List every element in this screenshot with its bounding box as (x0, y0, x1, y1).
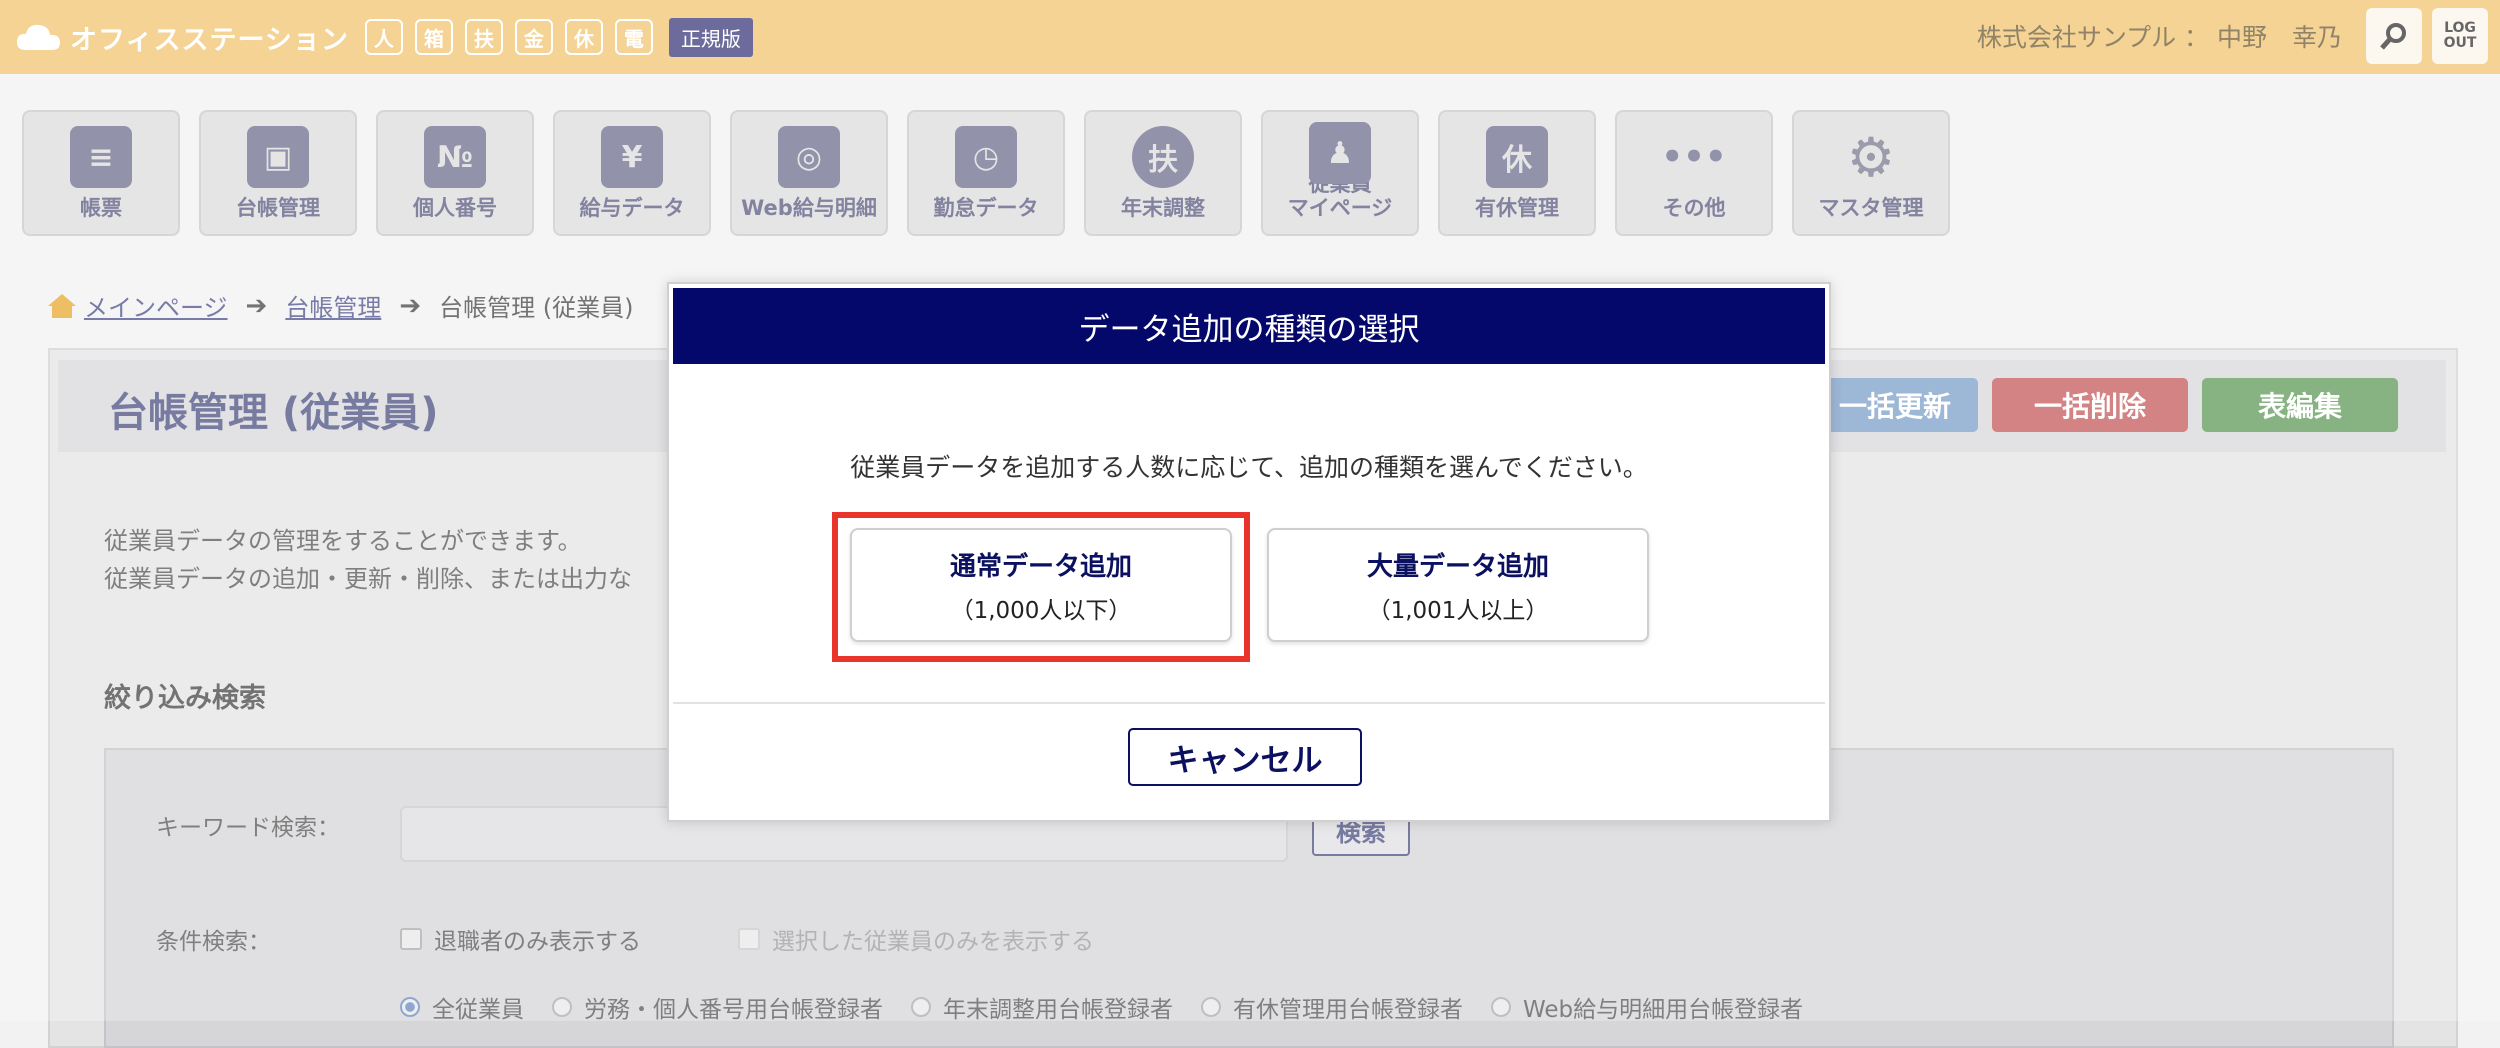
bulk-data-add-button[interactable]: 大量データ追加 （1,001人以上） (1267, 528, 1649, 642)
dialog-message: 従業員データを追加する人数に応じて、追加の種類を選んでください。 (850, 453, 1648, 482)
normal-data-add-range: （1,000人以下） (950, 597, 1132, 624)
bulk-data-add-range: （1,001人以上） (1367, 597, 1549, 624)
add-data-type-dialog: データ追加の種類の選択 従業員データを追加する人数に応じて、追加の種類を選んでく… (667, 282, 1831, 822)
dialog-divider (673, 702, 1825, 704)
dialog-title: データ追加の種類の選択 (673, 288, 1825, 364)
normal-data-add-label: 通常データ追加 (949, 551, 1132, 582)
cancel-button[interactable]: キャンセル (1128, 728, 1362, 786)
normal-data-add-button[interactable]: 通常データ追加 （1,000人以下） (850, 528, 1232, 642)
bulk-data-add-label: 大量データ追加 (1366, 551, 1549, 582)
